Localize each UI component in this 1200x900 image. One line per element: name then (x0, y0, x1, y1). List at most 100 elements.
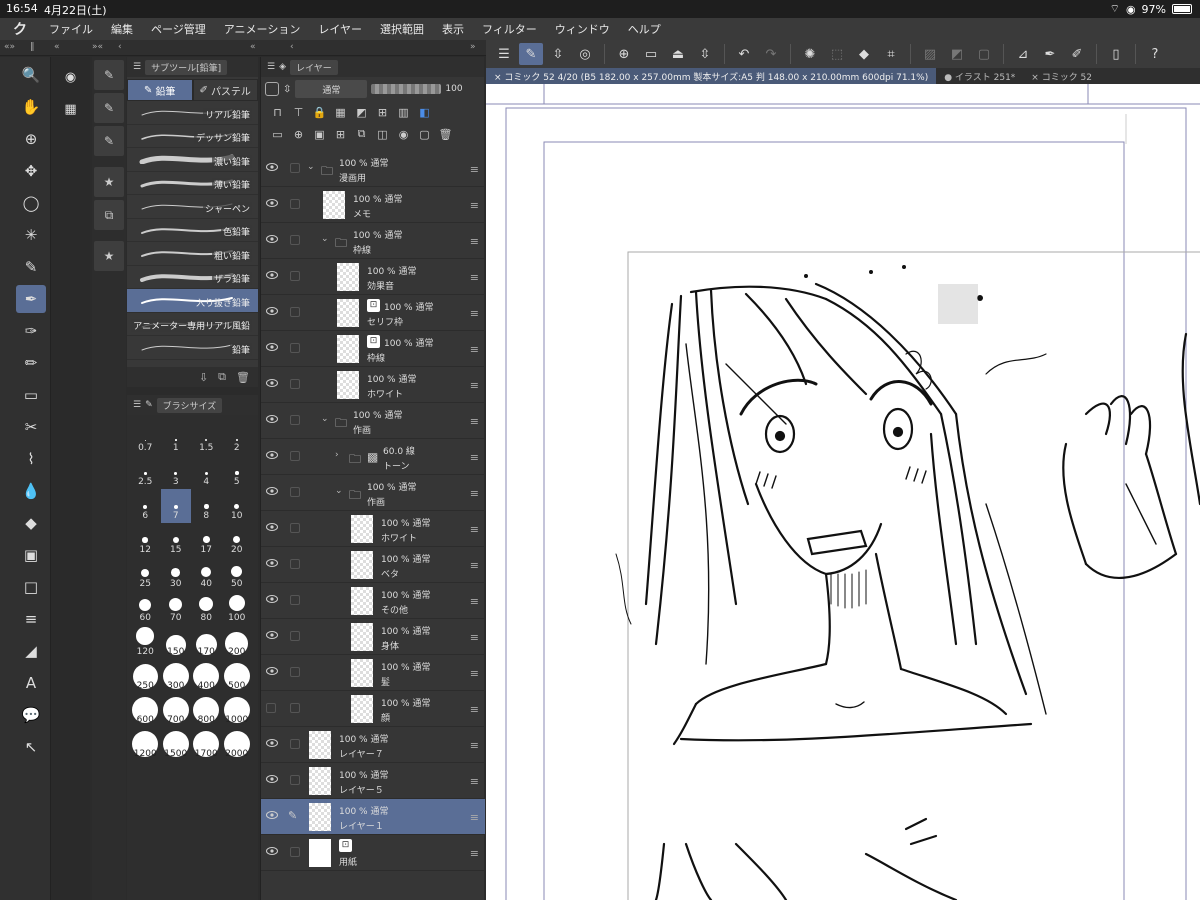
layer-color-icon[interactable] (265, 82, 279, 96)
brush-item[interactable]: 鉛筆 (127, 336, 258, 360)
layer-menu-icon[interactable]: ≡ (470, 595, 479, 608)
layer-row[interactable]: 100 % 通常 ベタ ≡ (261, 547, 485, 583)
eye-icon[interactable] (266, 487, 278, 495)
layer-row[interactable]: 100 % 通常 身体 ≡ (261, 619, 485, 655)
pencil-group-icon-2[interactable]: ✎ (94, 93, 124, 123)
eye-icon[interactable] (266, 811, 278, 819)
transform-icon[interactable]: ⬚ (825, 43, 849, 65)
selection-icon[interactable]: ▢ (972, 43, 996, 65)
layer-menu-icon[interactable]: ≡ (470, 739, 479, 752)
reference-icon[interactable]: ⊤ (290, 106, 307, 119)
menu-item-9[interactable]: ヘルプ (619, 21, 670, 37)
eye-icon[interactable] (266, 307, 278, 315)
layer-menu-icon[interactable]: ≡ (470, 415, 479, 428)
opacity-value[interactable]: 100 (445, 84, 462, 94)
document-tab[interactable]: ● イラスト 251* (936, 68, 1023, 84)
eye-icon[interactable] (266, 559, 278, 567)
layer-row[interactable]: 100 % 通常 レイヤー５ ≡ (261, 763, 485, 799)
layer-menu-icon[interactable]: ≡ (470, 199, 479, 212)
brush-size-cell[interactable]: 30 (161, 557, 192, 591)
tool-ruler-icon[interactable]: ≡ (16, 605, 46, 633)
eye-icon[interactable] (266, 847, 278, 855)
menu-item-7[interactable]: フィルター (473, 21, 546, 37)
menu-item-0[interactable]: ファイル (40, 21, 102, 37)
hidden-toggle[interactable] (266, 703, 276, 713)
brush-item[interactable]: 色鉛筆 (127, 219, 258, 242)
new-file-icon[interactable]: ⊕ (612, 43, 636, 65)
duplicate-icon[interactable]: ⧉ (218, 370, 226, 384)
panel-menu-icon[interactable]: ☰ (133, 62, 141, 72)
layer-row[interactable]: ⊡ 100 % 通常 セリフ枠 ≡ (261, 295, 485, 331)
eye-icon[interactable] (266, 163, 278, 171)
mask-create-icon[interactable]: ◉ (395, 128, 412, 141)
spiral-icon[interactable]: ◎ (573, 43, 597, 65)
transfer-icon[interactable]: ⧉ (353, 127, 370, 141)
clip-icon[interactable]: ⊓ (269, 106, 286, 119)
brush-size-cell[interactable]: 17 (191, 523, 222, 557)
open-folder-icon[interactable]: ▭ (639, 43, 663, 65)
layer-row[interactable]: 100 % 通常 その他 ≡ (261, 583, 485, 619)
brush-item[interactable]: ザラ鉛筆 (127, 266, 258, 289)
layer-menu-icon[interactable]: ≡ (470, 667, 479, 680)
layer-menu-icon[interactable]: ≡ (470, 271, 479, 284)
apply-mask-icon[interactable]: ▢ (416, 128, 433, 141)
brush-size-cell[interactable]: 1.5 (191, 421, 222, 455)
brush-size-cell[interactable]: 400 (191, 659, 222, 693)
opacity-slider[interactable] (371, 84, 442, 94)
brush-item[interactable]: アニメーター専用リアル風鉛 (127, 313, 258, 336)
subtool-title[interactable]: サブツール[鉛筆] (145, 59, 228, 75)
tool-frame-icon[interactable]: □ (16, 573, 46, 601)
menu-item-3[interactable]: アニメーション (215, 21, 310, 37)
chevron-down-icon[interactable]: ⌄ (335, 486, 343, 496)
brush-item[interactable]: 入り抜き鉛筆 (127, 289, 258, 313)
brush-size-cell[interactable]: 25 (130, 557, 161, 591)
layer-checkbox[interactable] (290, 451, 300, 461)
brush-size-cell[interactable]: 1700 (191, 727, 222, 761)
brush-item[interactable]: 薄い鉛筆 (127, 172, 258, 195)
device-icon[interactable]: ▯ (1104, 43, 1128, 65)
layer-panel-title[interactable]: レイヤー (290, 59, 338, 75)
combine-icon[interactable]: ◫ (374, 128, 391, 141)
redo-icon[interactable]: ↷ (759, 43, 783, 65)
tool-magic-wand-icon[interactable]: ✳ (16, 221, 46, 249)
eye-icon[interactable] (266, 775, 278, 783)
layer-checkbox[interactable] (290, 487, 300, 497)
menu-icon[interactable]: ☰ (492, 43, 516, 65)
tool-hand-icon[interactable]: ✋ (16, 93, 46, 121)
layer-checkbox[interactable] (290, 559, 300, 569)
document-tab[interactable]: × コミック 52 4/20 (B5 182.00 x 257.00mm 製本サ… (486, 68, 937, 84)
layer-row[interactable]: ⊡ 100 % 通常 枠線 ≡ (261, 331, 485, 367)
menu-item-2[interactable]: ページ管理 (142, 21, 215, 37)
brush-item[interactable]: デッサン鉛筆 (127, 125, 258, 148)
layer-checkbox[interactable] (290, 595, 300, 605)
tool-pencil-icon[interactable]: ✑ (16, 317, 46, 345)
layer-row[interactable]: › 🗀 ▩ 60.0 線 トーン ≡ (261, 439, 485, 475)
brush-size-cell[interactable]: 800 (191, 693, 222, 727)
brush-icon[interactable]: ✒ (1038, 43, 1062, 65)
pencil-group-icon[interactable]: ✎ (94, 60, 124, 90)
layer-row[interactable]: 100 % 通常 ホワイト ≡ (261, 511, 485, 547)
menu-item-6[interactable]: 表示 (433, 21, 473, 37)
panel-menu-icon[interactable]: ☰ (267, 62, 275, 72)
layer-checkbox[interactable] (290, 343, 300, 353)
eye-icon[interactable] (266, 667, 278, 675)
layer-row[interactable]: 100 % 通常 効果音 ≡ (261, 259, 485, 295)
brush-item[interactable]: シャーペン (127, 195, 258, 219)
brush-item[interactable]: 濃い鉛筆 (127, 148, 258, 172)
collapse-icon-4[interactable]: » (470, 42, 476, 52)
lock-icon[interactable]: 🔒 (311, 106, 328, 119)
edit-pen-icon[interactable]: ✎ (519, 43, 543, 65)
tool-gradient-icon[interactable]: ▣ (16, 541, 46, 569)
mask-icon[interactable]: ◩ (353, 106, 370, 119)
new-vector-layer-icon[interactable]: ⊕ (290, 128, 307, 141)
layer-checkbox[interactable] (290, 307, 300, 317)
brush-size-cell[interactable]: 1 (161, 421, 192, 455)
layer-checkbox[interactable] (290, 667, 300, 677)
brush-item[interactable]: リアル鉛筆 (127, 101, 258, 125)
brush-size-cell[interactable]: 1200 (130, 727, 161, 761)
blend-mode-select[interactable]: 通常 (295, 80, 368, 98)
tab-pastel[interactable]: ✐ パステル (192, 79, 258, 101)
eye-icon[interactable] (266, 523, 278, 531)
layer-row[interactable]: ⌄ 🗀 100 % 通常 漫画用 ≡ (261, 151, 485, 187)
tool-text-icon[interactable]: A (16, 669, 46, 697)
